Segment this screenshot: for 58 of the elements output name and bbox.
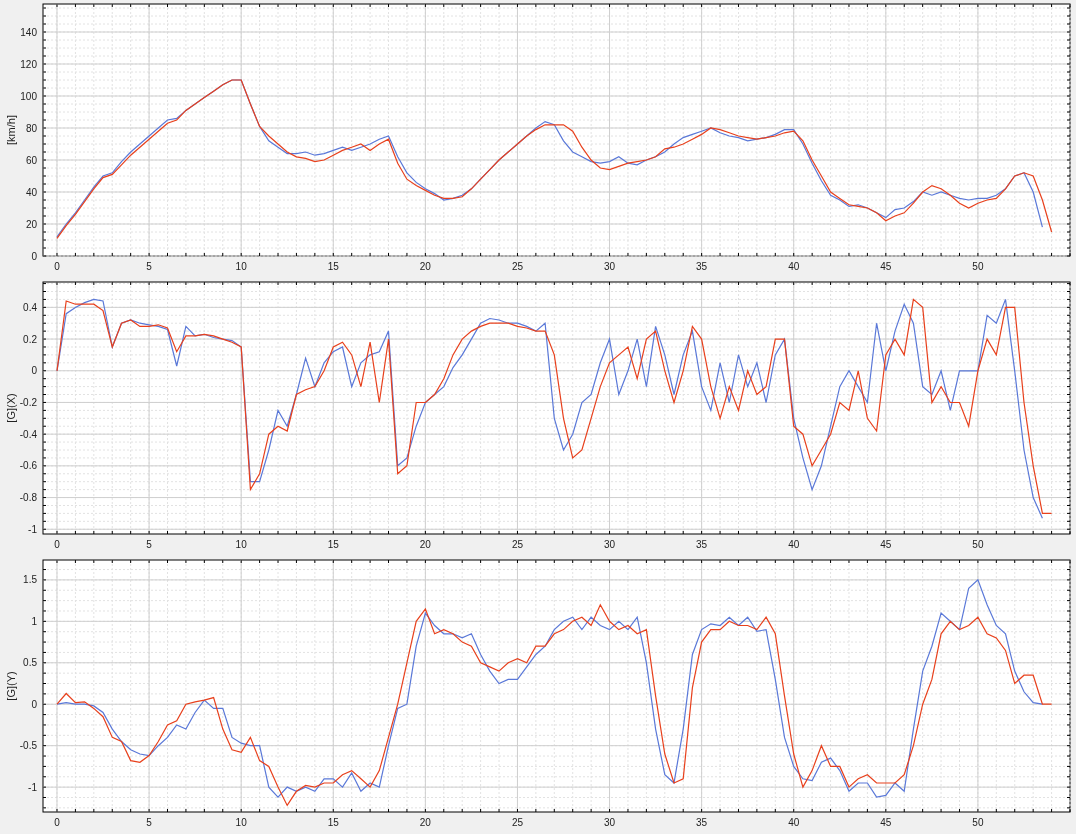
- x-tick-label: 45: [880, 817, 892, 828]
- x-tick-label: 0: [54, 261, 60, 272]
- x-tick-label: 40: [788, 817, 800, 828]
- y-tick-label: 0: [31, 365, 37, 377]
- x-tick-label: 35: [696, 261, 708, 272]
- x-tick-label: 45: [880, 539, 892, 550]
- y-axis-title: [km/h]: [5, 115, 17, 145]
- y-tick-label: 0.4: [23, 301, 37, 313]
- x-tick-label: 25: [511, 261, 523, 272]
- x-tick-label: 15: [327, 261, 339, 272]
- y-tick-label: 40: [25, 186, 37, 198]
- x-tick-label: 25: [511, 817, 523, 828]
- x-tick-label: 50: [972, 817, 984, 828]
- y-tick-label: 20: [25, 218, 37, 230]
- x-tick-label: 5: [146, 817, 152, 828]
- x-tick-label: 20: [419, 539, 431, 550]
- x-tick-label: 0: [54, 539, 60, 550]
- y-tick-label: 1: [31, 615, 37, 627]
- x-tick-label: 35: [696, 539, 708, 550]
- y-tick-label: 120: [20, 58, 37, 70]
- y-tick-label: -0.8: [19, 492, 37, 504]
- x-tick-label: 15: [327, 817, 339, 828]
- x-tick-label: 10: [235, 261, 247, 272]
- x-tick-label: 15: [327, 539, 339, 550]
- y-tick-label: -0.6: [19, 460, 37, 472]
- y-tick-label: -0.2: [19, 396, 37, 408]
- x-tick-label: 50: [972, 539, 984, 550]
- y-axis-title: [G](X): [5, 393, 17, 423]
- x-tick-label: 0: [54, 817, 60, 828]
- x-tick-label: 40: [788, 539, 800, 550]
- y-tick-label: 80: [25, 122, 37, 134]
- y-tick-label: 0: [31, 250, 37, 262]
- x-tick-label: 10: [235, 817, 247, 828]
- y-tick-label: -0.4: [19, 428, 37, 440]
- x-tick-label: 30: [604, 261, 616, 272]
- x-tick-label: 5: [146, 261, 152, 272]
- x-tick-label: 20: [419, 817, 431, 828]
- x-tick-label: 40: [788, 261, 800, 272]
- y-tick-label: -1: [28, 523, 37, 535]
- y-tick-label: -1: [28, 781, 37, 793]
- x-tick-label: 25: [511, 539, 523, 550]
- x-tick-label: 50: [972, 261, 984, 272]
- x-tick-label: 45: [880, 261, 892, 272]
- y-tick-label: 140: [20, 26, 37, 38]
- x-tick-label: 10: [235, 539, 247, 550]
- y-tick-label: -0.5: [19, 740, 37, 752]
- x-tick-label: 30: [604, 817, 616, 828]
- x-tick-label: 5: [146, 539, 152, 550]
- y-tick-label: 1.5: [23, 574, 37, 586]
- x-tick-label: 20: [419, 261, 431, 272]
- y-tick-label: 0: [31, 698, 37, 710]
- y-tick-label: 0.5: [23, 657, 37, 669]
- y-tick-label: 0.2: [23, 333, 37, 345]
- y-tick-label: 60: [25, 154, 37, 166]
- y-tick-label: 100: [20, 90, 37, 102]
- x-tick-label: 30: [604, 539, 616, 550]
- x-tick-label: 35: [696, 817, 708, 828]
- y-axis-title: [G](Y): [5, 671, 17, 701]
